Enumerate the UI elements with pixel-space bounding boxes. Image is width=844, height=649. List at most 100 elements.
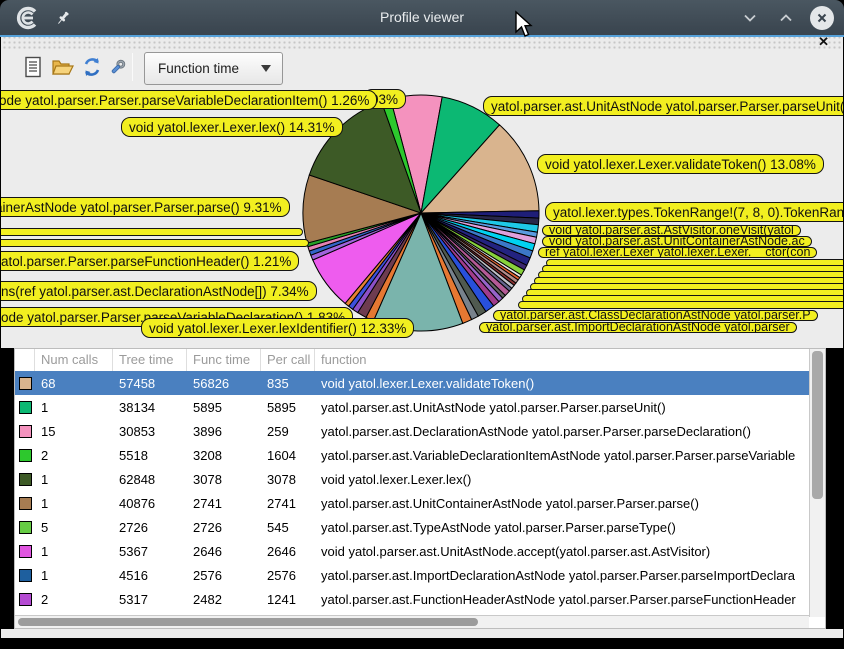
maximize-button[interactable]	[774, 6, 798, 30]
table-cell: 57458	[113, 376, 187, 391]
minimize-button[interactable]	[738, 6, 762, 30]
pie-callout-label: void yatol.lexer.Lexer.lex() 14.31%	[121, 117, 343, 137]
open-folder-icon[interactable]	[51, 55, 75, 79]
vertical-scrollbar-thumb[interactable]	[812, 351, 823, 499]
table-cell-color	[15, 545, 35, 558]
window-title: Profile viewer	[0, 0, 844, 35]
table-row[interactable]: 13813458955895yatol.parser.ast.UnitAstNo…	[15, 395, 809, 419]
table-cell-color	[15, 521, 35, 534]
dock-grip[interactable]: ✕	[1, 37, 843, 49]
row-color-swatch	[19, 521, 32, 534]
window-bottom-margin	[1, 629, 843, 638]
table-cell-color	[15, 593, 35, 606]
table-cell: void yatol.parser.ast.UnitAstNode.accept…	[315, 544, 809, 559]
vertical-scrollbar[interactable]	[809, 349, 825, 617]
refresh-icon[interactable]	[80, 55, 104, 79]
table-cell: 1604	[261, 448, 315, 463]
table-cell: yatol.parser.ast.TypeAstNode yatol.parse…	[315, 520, 809, 535]
table-cell: 2726	[187, 520, 261, 535]
table-cell-color	[15, 569, 35, 582]
horizontal-scrollbar-thumb[interactable]	[18, 618, 478, 626]
table-cell: 68	[35, 376, 113, 391]
table-cell: 3208	[187, 448, 261, 463]
table-row[interactable]: 2531724821241yatol.parser.ast.FunctionHe…	[15, 587, 809, 611]
table-cell: 2646	[261, 544, 315, 559]
table-cell: yatol.parser.ast.VariableDeclarationItem…	[315, 448, 809, 463]
table-cell: 3078	[187, 472, 261, 487]
table-row[interactable]: 14087627412741yatol.parser.ast.UnitConta…	[15, 491, 809, 515]
table-cell-color	[15, 425, 35, 438]
row-color-swatch	[19, 569, 32, 582]
header-tree-time[interactable]: Tree time	[113, 349, 187, 371]
pie-callout-label: ns(ref yatol.parser.ast.DeclarationAstNo…	[1, 281, 317, 301]
pie-callout-strip	[1, 228, 303, 236]
pie-chart-area: 03%ode yatol.parser.Parser.parseVariable…	[1, 88, 843, 348]
metric-combobox[interactable]: Function time	[144, 52, 283, 85]
wrench-icon[interactable]	[106, 55, 130, 79]
close-button[interactable]	[810, 6, 834, 30]
table-cell: 62848	[113, 472, 187, 487]
chevron-down-icon	[261, 65, 271, 72]
row-color-swatch	[19, 425, 32, 438]
pie-callout-label: atol.parser.Parser.parseFunctionHeader()…	[1, 251, 299, 271]
table-row[interactable]: 15308533896259yatol.parser.ast.Declarati…	[15, 419, 809, 443]
table-cell: 5518	[113, 448, 187, 463]
table-cell: 5317	[113, 592, 187, 607]
table-cell: 3078	[261, 472, 315, 487]
pie-callout-label: yatol.parser.ast.ImportDeclarationAstNod…	[479, 322, 797, 333]
table-cell: yatol.parser.ast.DeclarationAstNode yato…	[315, 424, 809, 439]
row-color-swatch	[19, 593, 32, 606]
toolbar-separator	[132, 53, 133, 81]
table-cell: yatol.parser.ast.ImportDeclarationAstNod…	[315, 568, 809, 583]
pie-callout-label: ainerAstNode yatol.parser.Parser.parse()…	[1, 197, 290, 217]
header-per-call[interactable]: Per call	[261, 349, 315, 371]
table-cell: 5	[35, 520, 113, 535]
pie-callout-label: ode yatol.parser.Parser.parseVariableDec…	[1, 90, 377, 110]
table-row[interactable]: 16284830783078void yatol.lexer.Lexer.lex…	[15, 467, 809, 491]
table-header[interactable]: Num calls Tree time Func time Per call f…	[15, 349, 809, 371]
table-cell: 1	[35, 544, 113, 559]
header-num-calls[interactable]: Num calls	[35, 349, 113, 371]
pie-callout-label: yatol.parser.ast.UnitAstNode yatol.parse…	[483, 96, 843, 116]
table-row[interactable]: 2551832081604yatol.parser.ast.VariableDe…	[15, 443, 809, 467]
table-cell: 1	[35, 568, 113, 583]
table-cell: 259	[261, 424, 315, 439]
table-cell: 5895	[261, 400, 315, 415]
dock-close-icon[interactable]: ✕	[818, 35, 829, 49]
row-color-swatch	[19, 449, 32, 462]
table-cell: 2646	[187, 544, 261, 559]
table-cell: 4516	[113, 568, 187, 583]
table-cell: 2741	[261, 496, 315, 511]
table-cell: 1	[35, 400, 113, 415]
row-color-swatch	[19, 401, 32, 414]
table-cell: void yatol.lexer.Lexer.lex()	[315, 472, 809, 487]
titlebar[interactable]: Profile viewer	[0, 0, 844, 35]
pie-callout-label: yatol.parser.ast.ClassDeclarationAstNode…	[493, 310, 818, 321]
table-cell: 545	[261, 520, 315, 535]
table-row[interactable]: 1536726462646void yatol.parser.ast.UnitA…	[15, 539, 809, 563]
table-cell: 1	[35, 496, 113, 511]
table-cell: 5367	[113, 544, 187, 559]
header-function[interactable]: function	[315, 349, 809, 371]
table-cell: 3896	[187, 424, 261, 439]
pie-callout-label: void yatol.parser.ast.UnitContainerAstNo…	[542, 236, 812, 247]
list-document-icon[interactable]	[21, 55, 45, 79]
pie-callout-label: void yatol.lexer.Lexer.lexIdentifier() 1…	[141, 318, 414, 338]
table-row[interactable]: 527262726545yatol.parser.ast.TypeAstNode…	[15, 515, 809, 539]
table-cell: 1241	[261, 592, 315, 607]
table-row[interactable]: 685745856826835void yatol.lexer.Lexer.va…	[15, 371, 809, 395]
table-row[interactable]: 1451625762576yatol.parser.ast.ImportDecl…	[15, 563, 809, 587]
results-table: Num calls Tree time Func time Per call f…	[14, 348, 826, 629]
table-cell-color	[15, 377, 35, 390]
table-body: 685745856826835void yatol.lexer.Lexer.va…	[15, 371, 809, 615]
pie-callout-label: void yatol.parser.ast.AstVisitor.oneVisi…	[542, 225, 801, 236]
table-cell: yatol.parser.ast.UnitAstNode yatol.parse…	[315, 400, 809, 415]
pie-callout-strip	[1, 239, 309, 247]
table-cell: 2	[35, 448, 113, 463]
header-func-time[interactable]: Func time	[187, 349, 261, 371]
header-color[interactable]	[15, 349, 35, 371]
horizontal-scrollbar[interactable]	[15, 615, 809, 628]
table-cell: 2576	[261, 568, 315, 583]
table-cell-color	[15, 473, 35, 486]
table-cell: void yatol.lexer.Lexer.validateToken()	[315, 376, 809, 391]
